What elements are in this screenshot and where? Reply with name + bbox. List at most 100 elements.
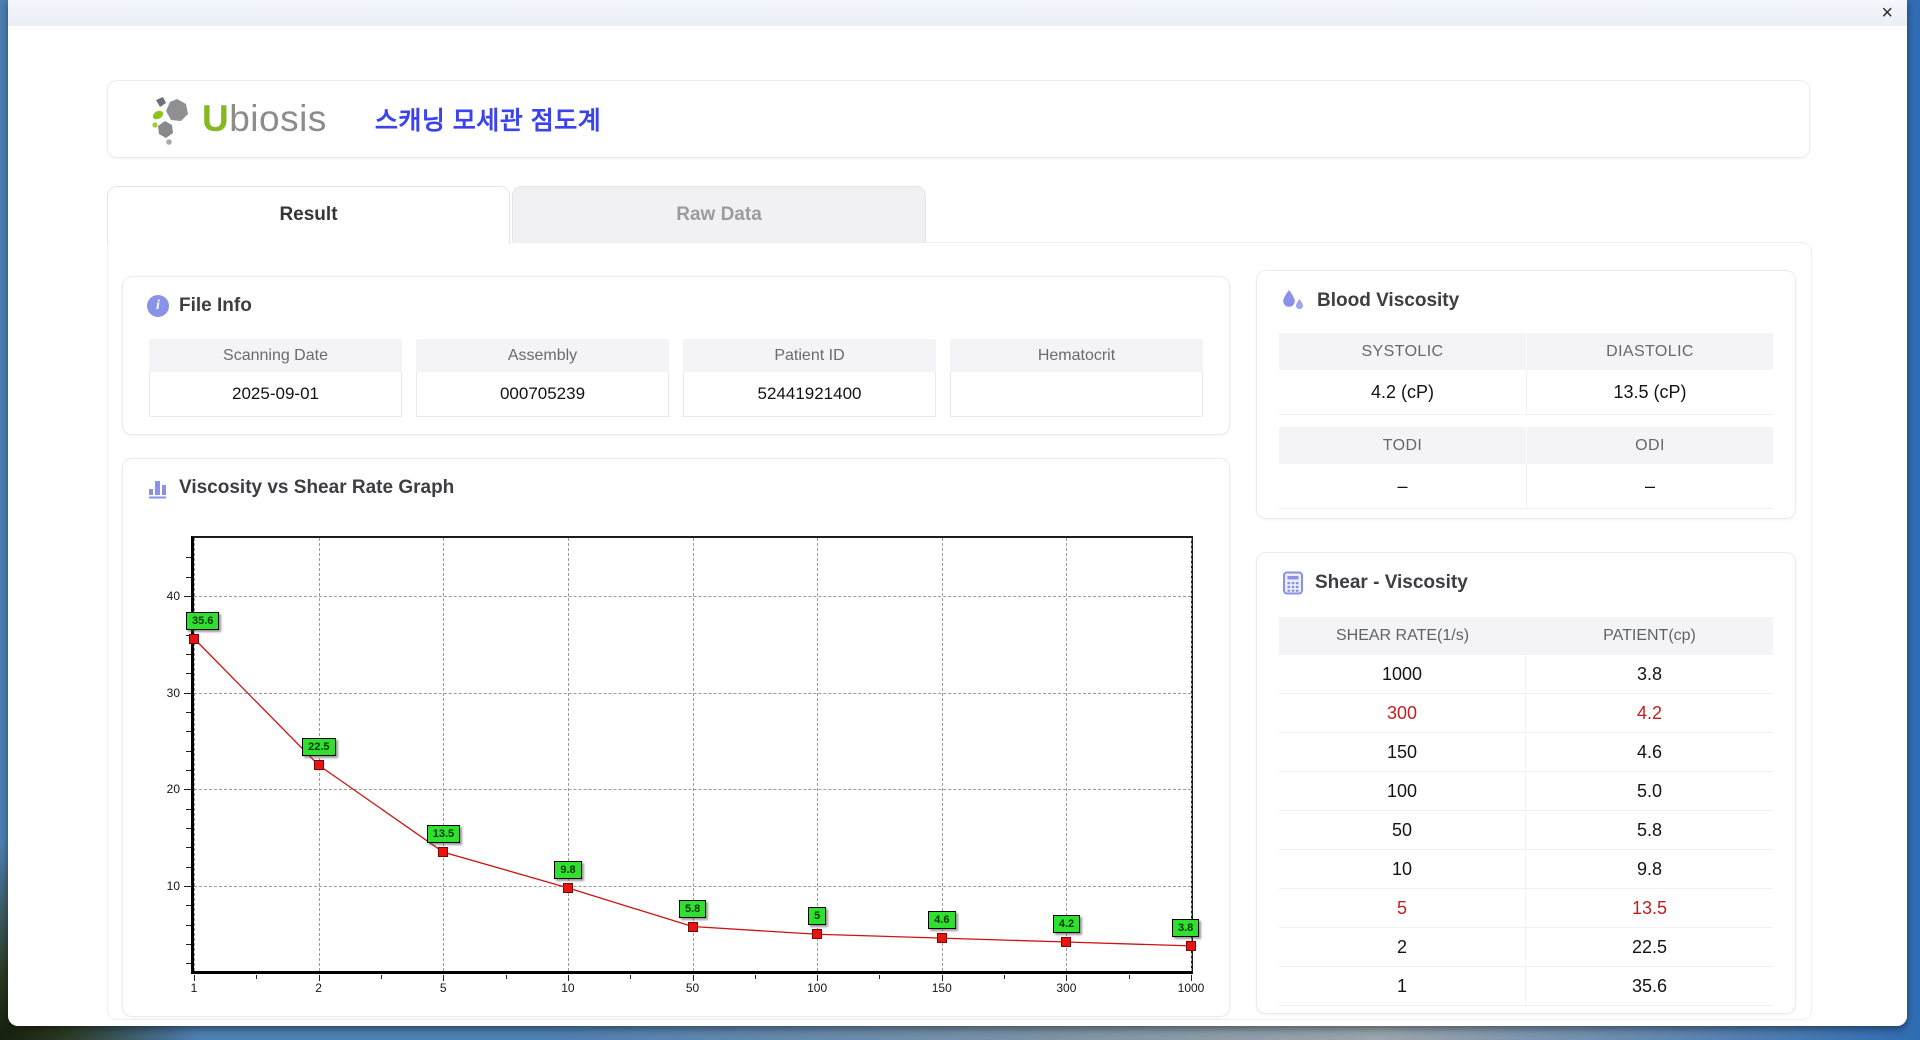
shear-viscosity-title-text: Shear - Viscosity — [1315, 572, 1468, 594]
data-point-marker — [563, 883, 573, 893]
data-point-label: 5.8 — [679, 900, 706, 918]
data-point-label: 9.8 — [554, 861, 581, 879]
x-tick-label: 100 — [807, 981, 827, 995]
blood-metric-label: TODI — [1279, 427, 1526, 464]
shear-rate-cell: 50 — [1279, 811, 1526, 849]
shear-table-header-cell: SHEAR RATE(1/s) — [1279, 617, 1526, 655]
y-major-tick — [184, 789, 191, 790]
y-minor-tick — [186, 712, 191, 713]
x-major-tick — [1191, 975, 1192, 981]
table-row: 513.5 — [1279, 889, 1773, 928]
shear-rate-cell: 300 — [1279, 694, 1526, 732]
calculator-icon — [1281, 571, 1305, 595]
close-button[interactable]: × — [1881, 1, 1893, 25]
file-info-field-value — [950, 372, 1203, 417]
blood-metric-value: 4.2 (cP) — [1279, 370, 1526, 415]
y-tick-label: 30 — [167, 686, 180, 700]
data-point-marker — [937, 933, 947, 943]
x-gridline — [1191, 538, 1192, 971]
file-info-field-label: Hematocrit — [950, 339, 1203, 372]
blood-metric-value: – — [1279, 464, 1526, 509]
x-major-tick — [1066, 975, 1067, 981]
patient-viscosity-cell: 9.8 — [1526, 850, 1773, 888]
x-tick-label: 50 — [686, 981, 699, 995]
graph-card: Viscosity vs Shear Rate Graph 1 2 5 10 50 100… — [122, 458, 1230, 1017]
y-minor-tick — [186, 963, 191, 964]
file-info-field-value: 000705239 — [416, 372, 669, 417]
file-info-field-label: Assembly — [416, 339, 669, 372]
x-minor-tick — [879, 975, 880, 979]
table-row: 1005.0 — [1279, 772, 1773, 811]
tab-result[interactable]: Result — [107, 186, 510, 244]
table-row: 1504.6 — [1279, 733, 1773, 772]
file-info-field: Hematocrit — [950, 339, 1203, 417]
blood-metric-label: SYSTOLIC — [1279, 333, 1526, 370]
x-major-tick — [693, 975, 694, 981]
x-tick-label: 1 — [191, 981, 198, 995]
x-minor-tick — [630, 975, 631, 979]
data-point-label: 5 — [808, 907, 826, 925]
y-minor-tick — [186, 673, 191, 674]
file-info-title-text: File Info — [179, 295, 252, 317]
shear-table-header-cell: PATIENT(cp) — [1526, 617, 1773, 655]
shear-rate-cell: 150 — [1279, 733, 1526, 771]
y-minor-tick — [186, 557, 191, 558]
file-info-fields: Scanning Date2025-09-01Assembly000705239… — [149, 339, 1203, 417]
graph-title: Viscosity vs Shear Rate Graph — [147, 477, 454, 499]
y-minor-tick — [186, 731, 191, 732]
table-row: 3004.2 — [1279, 694, 1773, 733]
blood-viscosity-card: Blood Viscosity SYSTOLICDIASTOLIC4.2 (cP… — [1256, 270, 1796, 519]
shear-rate-cell: 1 — [1279, 967, 1526, 1005]
x-minor-tick — [755, 975, 756, 979]
blood-viscosity-group: TODIODI–– — [1279, 427, 1773, 509]
device-title: 스캐닝 모세관 점도계 — [375, 101, 601, 137]
x-tick-label: 2 — [315, 981, 322, 995]
x-tick-label: 10 — [561, 981, 574, 995]
data-point-marker — [688, 922, 698, 932]
brand-u: U — [202, 98, 229, 139]
brand-text: Ubiosis — [202, 98, 327, 140]
x-major-tick — [817, 975, 818, 981]
data-point-label: 22.5 — [302, 738, 335, 756]
data-point-marker — [189, 634, 199, 644]
y-minor-tick — [186, 770, 191, 771]
y-tick-label: 40 — [167, 589, 180, 603]
blood-viscosity-title: Blood Viscosity — [1281, 289, 1459, 313]
data-point-label: 4.2 — [1053, 915, 1080, 933]
table-row: 10003.8 — [1279, 655, 1773, 694]
shear-rate-cell: 2 — [1279, 928, 1526, 966]
screen: × Ubiosis 스캐닝 모세관 점도계 Result Raw Data — [0, 0, 1920, 1040]
file-info-field: Patient ID52441921400 — [683, 339, 936, 417]
header-card: Ubiosis 스캐닝 모세관 점도계 — [107, 80, 1810, 158]
data-point-marker — [812, 929, 822, 939]
y-minor-tick — [186, 809, 191, 810]
x-major-tick — [194, 975, 195, 981]
table-row: 135.6 — [1279, 967, 1773, 1006]
patient-viscosity-cell: 4.6 — [1526, 733, 1773, 771]
y-major-tick — [184, 886, 191, 887]
y-tick-label: 10 — [167, 879, 180, 893]
shear-rate-cell: 5 — [1279, 889, 1526, 927]
y-minor-tick — [186, 867, 191, 868]
blood-viscosity-group: SYSTOLICDIASTOLIC4.2 (cP)13.5 (cP) — [1279, 333, 1773, 415]
x-major-tick — [942, 975, 943, 981]
data-point-label: 4.6 — [928, 911, 955, 929]
y-minor-tick — [186, 654, 191, 655]
table-row: 505.8 — [1279, 811, 1773, 850]
file-info-field: Assembly000705239 — [416, 339, 669, 417]
x-major-tick — [319, 975, 320, 981]
data-point-label: 13.5 — [427, 825, 460, 843]
x-tick-label: 150 — [932, 981, 952, 995]
shear-rate-cell: 100 — [1279, 772, 1526, 810]
patient-viscosity-cell: 5.8 — [1526, 811, 1773, 849]
shear-rate-cell: 10 — [1279, 850, 1526, 888]
bar-chart-icon — [147, 477, 169, 499]
x-major-tick — [568, 975, 569, 981]
tab-raw-data[interactable]: Raw Data — [512, 186, 926, 242]
shear-viscosity-title: Shear - Viscosity — [1281, 571, 1468, 595]
y-major-tick — [184, 596, 191, 597]
y-minor-tick — [186, 751, 191, 752]
titlebar: × — [8, 0, 1907, 26]
x-minor-tick — [256, 975, 257, 979]
patient-viscosity-cell: 13.5 — [1526, 889, 1773, 927]
